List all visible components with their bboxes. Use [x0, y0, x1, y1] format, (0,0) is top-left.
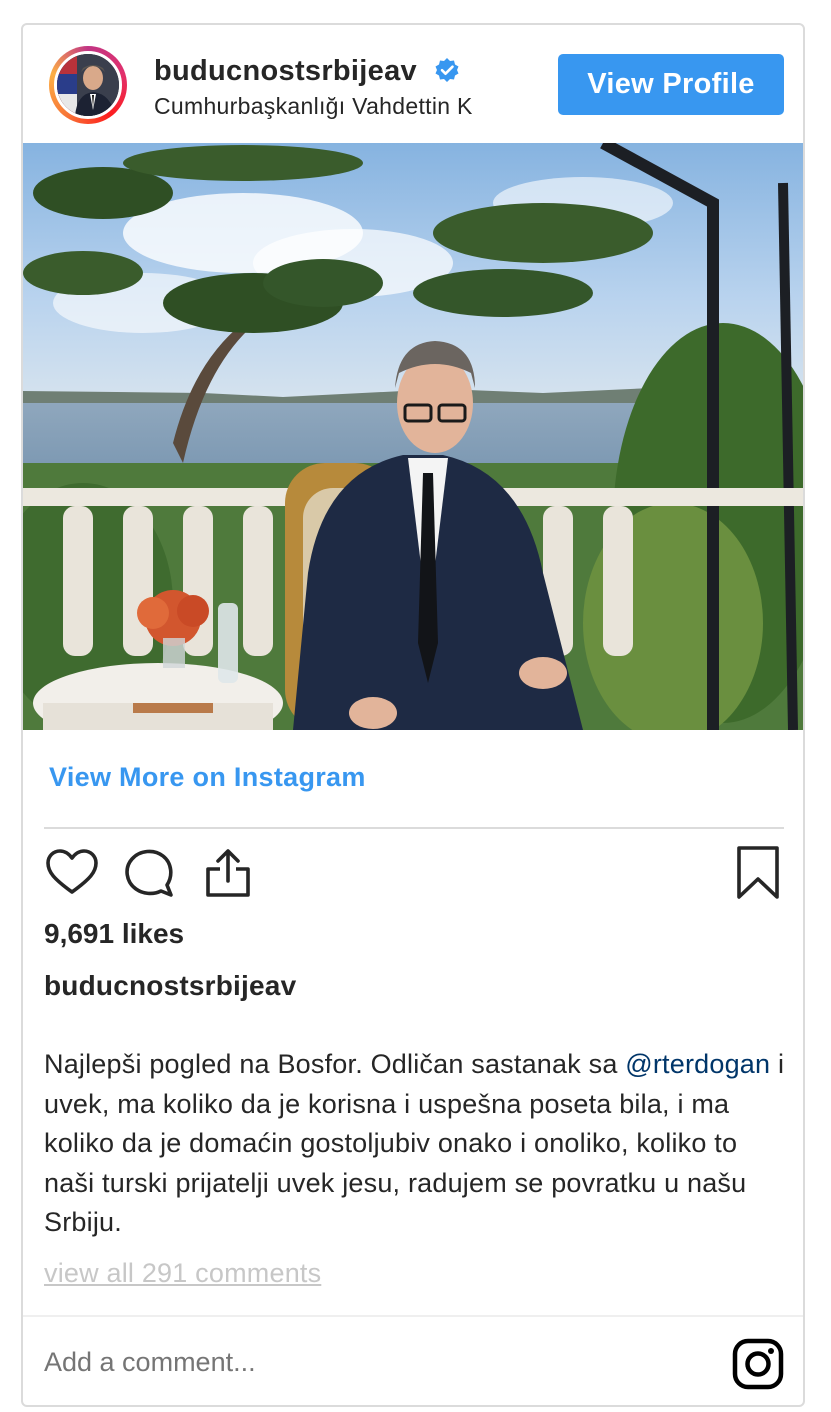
comment-divider	[23, 1315, 803, 1317]
share-icon[interactable]	[200, 845, 256, 901]
bookmark-icon[interactable]	[730, 845, 786, 901]
divider	[44, 827, 784, 829]
profile-username[interactable]: buducnostsrbijeav	[154, 55, 417, 88]
instagram-embed-card: buducnostsrbijeav Cumhurbaşkanlığı Vahde…	[21, 23, 805, 1407]
instagram-icon[interactable]	[732, 1338, 784, 1390]
caption-mention-link[interactable]: @rterdogan	[625, 1049, 770, 1079]
post-header: buducnostsrbijeav Cumhurbaşkanlığı Vahde…	[23, 25, 803, 143]
verified-badge-icon	[435, 58, 459, 82]
add-comment-input[interactable]	[44, 1347, 694, 1378]
caption-text-start: Najlepši pogled na Bosfor. Odličan sasta…	[44, 1049, 626, 1079]
caption-username[interactable]: buducnostsrbijeav	[44, 970, 296, 1002]
view-all-comments-link[interactable]: view all 291 comments	[44, 1258, 321, 1289]
heart-icon[interactable]	[44, 845, 100, 901]
avatar[interactable]	[49, 46, 127, 124]
comment-icon[interactable]	[121, 845, 177, 901]
view-more-on-instagram-link[interactable]: View More on Instagram	[49, 762, 366, 793]
avatar-image	[54, 51, 122, 119]
like-count[interactable]: 9,691 likes	[44, 918, 184, 950]
view-profile-button[interactable]: View Profile	[558, 54, 784, 115]
post-location[interactable]: Cumhurbaşkanlığı Vahdettin K	[154, 93, 520, 120]
post-photo[interactable]	[23, 143, 803, 730]
post-caption: Najlepši pogled na Bosfor. Odličan sasta…	[44, 1045, 789, 1243]
